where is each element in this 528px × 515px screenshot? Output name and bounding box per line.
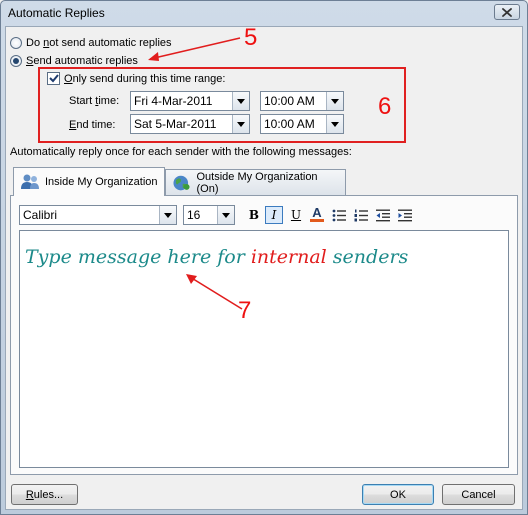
chevron-down-icon xyxy=(237,98,245,104)
start-time-label: Start time: xyxy=(69,95,120,107)
start-date-dropdown[interactable] xyxy=(232,92,249,110)
tab-outside-organization[interactable]: Outside My Organization (On) xyxy=(165,169,346,195)
font-size-value: 16 xyxy=(187,208,201,222)
start-date-value: Fri 4-Mar-2011 xyxy=(134,94,213,108)
automatic-replies-window: Automatic Replies Do not send automatic … xyxy=(0,0,528,515)
time-range-option[interactable]: Only send during this time range: xyxy=(47,72,225,85)
do-not-send-radio[interactable] xyxy=(10,37,22,49)
chevron-down-icon xyxy=(331,121,339,127)
checkmark-icon xyxy=(48,74,59,83)
send-automatic-replies-radio[interactable] xyxy=(10,55,22,67)
font-size-dropdown[interactable] xyxy=(217,206,234,224)
end-time-picker[interactable]: 10:00 AM xyxy=(260,114,344,134)
start-time-picker[interactable]: 10:00 AM xyxy=(260,91,344,111)
tab-outside-label: Outside My Organization (On) xyxy=(196,170,318,195)
numbering-button[interactable] xyxy=(352,206,370,224)
close-icon xyxy=(502,7,512,17)
window-title: Automatic Replies xyxy=(8,6,105,20)
people-icon xyxy=(21,174,39,189)
end-date-value: Sat 5-Mar-2011 xyxy=(134,117,217,131)
end-date-dropdown[interactable] xyxy=(232,115,249,133)
message-text-part1: Type message here for xyxy=(25,246,251,268)
time-range-label: Only send during this time range: xyxy=(64,72,226,85)
start-time-dropdown[interactable] xyxy=(326,92,343,110)
font-name-value: Calibri xyxy=(23,208,58,222)
start-date-picker[interactable]: Fri 4-Mar-2011 xyxy=(130,91,250,111)
reply-caption: Automatically reply once for each sender… xyxy=(10,146,352,158)
increase-indent-button[interactable] xyxy=(396,206,414,224)
chevron-down-icon xyxy=(222,212,230,218)
increase-indent-icon xyxy=(398,209,412,221)
send-automatic-replies-label: Send automatic replies xyxy=(26,55,138,67)
annotation-6: 6 xyxy=(378,93,392,120)
message-text-part3: senders xyxy=(326,246,409,268)
bullet-list-icon xyxy=(332,209,346,221)
title-bar: Automatic Replies xyxy=(1,1,527,25)
decrease-indent-icon xyxy=(376,209,390,221)
cancel-button[interactable]: Cancel xyxy=(442,484,515,505)
dialog-body: Do not send automatic replies Send autom… xyxy=(5,24,523,510)
close-button[interactable] xyxy=(494,4,520,20)
font-name-dropdown[interactable] xyxy=(159,206,176,224)
chevron-down-icon xyxy=(331,98,339,104)
rules-button[interactable]: Rules... xyxy=(11,484,78,505)
message-text-part2: internal xyxy=(250,246,327,268)
start-time-value: 10:00 AM xyxy=(264,94,315,108)
globe-icon xyxy=(173,175,190,190)
font-color-swatch xyxy=(310,219,324,222)
font-name-select[interactable]: Calibri xyxy=(19,205,177,225)
end-time-label: End time: xyxy=(69,119,116,131)
italic-button[interactable]: I xyxy=(265,206,283,224)
annotation-7: 7 xyxy=(238,297,252,324)
time-range-checkbox[interactable] xyxy=(47,72,60,85)
font-size-select[interactable]: 16 xyxy=(183,205,235,225)
radio-selected-dot xyxy=(13,58,19,64)
chevron-down-icon xyxy=(164,212,172,218)
tab-inside-organization[interactable]: Inside My Organization xyxy=(13,167,165,196)
annotation-arrow-5 xyxy=(148,37,241,61)
message-panel: Calibri 16 B I U A Type message here for… xyxy=(10,195,518,475)
chevron-down-icon xyxy=(237,121,245,127)
end-date-picker[interactable]: Sat 5-Mar-2011 xyxy=(130,114,250,134)
bullets-button[interactable] xyxy=(330,206,348,224)
end-time-dropdown[interactable] xyxy=(326,115,343,133)
bold-button[interactable]: B xyxy=(245,206,263,224)
message-text: Type message here for internal senders xyxy=(25,246,408,268)
decrease-indent-button[interactable] xyxy=(374,206,392,224)
rules-label: Rules... xyxy=(25,488,64,501)
ok-button[interactable]: OK xyxy=(362,484,434,505)
numbered-list-icon xyxy=(354,209,368,221)
message-editor[interactable]: Type message here for internal senders 7 xyxy=(19,230,509,468)
font-color-letter: A xyxy=(312,205,322,220)
annotation-5: 5 xyxy=(244,24,258,51)
end-time-value: 10:00 AM xyxy=(264,117,315,131)
tab-inside-label: Inside My Organization xyxy=(45,176,158,188)
underline-button[interactable]: U xyxy=(287,206,305,224)
font-color-button[interactable]: A xyxy=(308,205,326,223)
